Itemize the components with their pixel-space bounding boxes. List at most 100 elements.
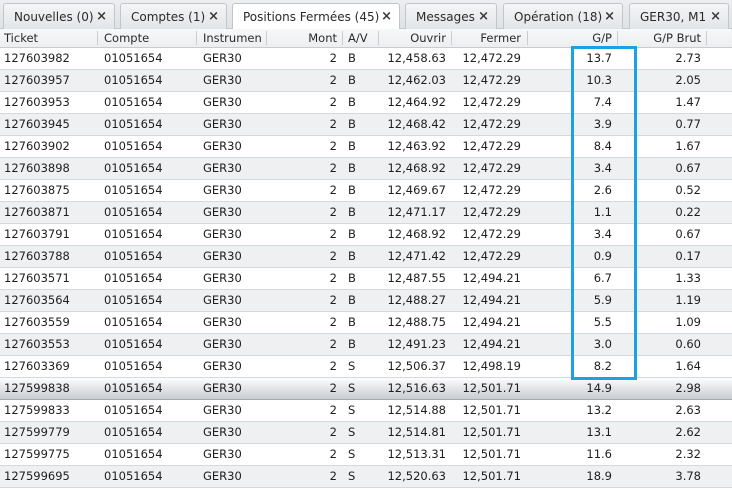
- table-row[interactable]: 127599775 01051654 GER30 2 S 12,513.31 12,501.…: [0, 444, 732, 466]
- tab-label: Comptes (1): [131, 9, 206, 24]
- table-row[interactable]: 127599779 01051654 GER30 2 S 12,514.81 12,501.…: [0, 422, 732, 444]
- tab-positions-fermees[interactable]: Positions Fermées (45) ×: [232, 3, 400, 30]
- column-divider[interactable]: [527, 31, 528, 45]
- cell-mont: 2: [329, 425, 337, 439]
- cell-instrument: GER30: [203, 469, 242, 483]
- column-divider[interactable]: [97, 31, 98, 45]
- cell-compte: 01051654: [104, 293, 163, 307]
- column-header-fermer[interactable]: Fermer: [454, 29, 521, 47]
- cell-compte: 01051654: [104, 425, 163, 439]
- table-row[interactable]: 127603982 01051654 GER30 2 B 12,458.63 12,472.…: [0, 48, 732, 70]
- column-divider[interactable]: [342, 31, 343, 45]
- cell-gp: 3.4: [593, 161, 612, 175]
- cell-gp-brut: 0.22: [675, 205, 701, 219]
- close-icon[interactable]: ×: [96, 9, 107, 24]
- cell-gp: 8.2: [593, 359, 612, 373]
- cell-mont: 2: [329, 95, 337, 109]
- cell-fermer: 12,498.19: [462, 359, 521, 373]
- cell-fermer: 12,472.29: [462, 183, 521, 197]
- cell-fermer: 12,472.29: [462, 249, 521, 263]
- close-icon[interactable]: ×: [381, 9, 392, 24]
- cell-instrument: GER30: [203, 293, 242, 307]
- cell-mont: 2: [329, 117, 337, 131]
- close-icon[interactable]: ×: [478, 9, 489, 24]
- tab-ger30-m1[interactable]: GER30, M1 ×: [629, 3, 729, 29]
- cell-instrument: GER30: [203, 447, 242, 461]
- close-icon[interactable]: ×: [710, 9, 721, 24]
- tab-bar: Nouvelles (0) × Comptes (1) × Positions …: [0, 0, 732, 30]
- table-row[interactable]: 127603898 01051654 GER30 2 B 12,468.92 12,472.…: [0, 158, 732, 180]
- column-divider[interactable]: [266, 31, 267, 45]
- column-divider[interactable]: [378, 31, 379, 45]
- table-row[interactable]: 127599833 01051654 GER30 2 S 12,514.88 12,501.…: [0, 400, 732, 422]
- column-divider[interactable]: [706, 31, 707, 45]
- cell-instrument: GER30: [203, 337, 242, 351]
- cell-ticket: 127599838: [4, 381, 70, 395]
- cell-ticket: 127603875: [4, 183, 70, 197]
- cell-mont: 2: [329, 249, 337, 263]
- table-row[interactable]: 127603788 01051654 GER30 2 B 12,471.42 12,472.…: [0, 246, 732, 268]
- tab-nouvelles[interactable]: Nouvelles (0) ×: [3, 3, 115, 29]
- cell-instrument: GER30: [203, 51, 242, 65]
- table-row[interactable]: 127603564 01051654 GER30 2 B 12,488.27 12,494.…: [0, 290, 732, 312]
- column-divider[interactable]: [196, 31, 197, 45]
- cell-gp: 13.1: [586, 425, 612, 439]
- column-header-ouvrir[interactable]: Ouvrir: [380, 29, 446, 47]
- cell-av: B: [348, 337, 356, 351]
- table-row[interactable]: 127603945 01051654 GER30 2 B 12,468.42 12,472.…: [0, 114, 732, 136]
- cell-gp-brut: 2.32: [675, 447, 701, 461]
- table-row[interactable]: 127603953 01051654 GER30 2 B 12,464.92 12,472.…: [0, 92, 732, 114]
- table-row[interactable]: 127603791 01051654 GER30 2 B 12,468.92 12,472.…: [0, 224, 732, 246]
- table-row[interactable]: 127603559 01051654 GER30 2 B 12,488.75 12,494.…: [0, 312, 732, 334]
- table-row-selected[interactable]: 127599838 01051654 GER30 2 S 12,516.63 12,501.…: [0, 378, 732, 400]
- close-icon[interactable]: ×: [604, 9, 615, 24]
- cell-ouvrir: 12,463.92: [387, 139, 446, 153]
- cell-ouvrir: 12,506.37: [387, 359, 446, 373]
- table-row[interactable]: 127603571 01051654 GER30 2 B 12,487.55 12,494.…: [0, 268, 732, 290]
- tab-comptes[interactable]: Comptes (1) ×: [120, 3, 227, 29]
- table-row[interactable]: 127603875 01051654 GER30 2 B 12,469.67 12,472.…: [0, 180, 732, 202]
- tab-label: Messages: [416, 9, 475, 24]
- table-row[interactable]: 127603957 01051654 GER30 2 B 12,462.03 12,472.…: [0, 70, 732, 92]
- cell-fermer: 12,472.29: [462, 227, 521, 241]
- cell-gp: 1.1: [593, 205, 612, 219]
- column-header-ticket[interactable]: Ticket: [4, 29, 38, 47]
- cell-mont: 2: [329, 337, 337, 351]
- tab-messages[interactable]: Messages ×: [405, 3, 497, 29]
- cell-gp-brut: 2.62: [675, 425, 701, 439]
- cell-gp-brut: 1.19: [675, 293, 701, 307]
- cell-compte: 01051654: [104, 95, 163, 109]
- table-row[interactable]: 127603902 01051654 GER30 2 B 12,463.92 12,472.…: [0, 136, 732, 158]
- cell-instrument: GER30: [203, 183, 242, 197]
- cell-fermer: 12,472.29: [462, 95, 521, 109]
- cell-gp: 7.4: [593, 95, 612, 109]
- cell-instrument: GER30: [203, 205, 242, 219]
- column-header-gp[interactable]: G/P: [530, 29, 612, 47]
- cell-gp-brut: 2.98: [675, 381, 701, 395]
- column-divider[interactable]: [617, 31, 618, 45]
- cell-fermer: 12,472.29: [462, 73, 521, 87]
- table-row[interactable]: 127599695 01051654 GER30 2 S 12,520.63 12,501.…: [0, 466, 732, 488]
- table-row[interactable]: 127603871 01051654 GER30 2 B 12,471.17 12,472.…: [0, 202, 732, 224]
- cell-compte: 01051654: [104, 73, 163, 87]
- cell-ouvrir: 12,462.03: [387, 73, 446, 87]
- column-header-instrument[interactable]: Instrumen: [203, 29, 262, 47]
- table-row[interactable]: 127603369 01051654 GER30 2 S 12,506.37 12,498.…: [0, 356, 732, 378]
- column-header-mont[interactable]: Mont: [270, 29, 337, 47]
- cell-ouvrir: 12,471.42: [387, 249, 446, 263]
- cell-av: B: [348, 227, 356, 241]
- table-row[interactable]: 127603553 01051654 GER30 2 B 12,491.23 12,494.…: [0, 334, 732, 356]
- cell-gp-brut: 1.33: [675, 271, 701, 285]
- close-icon[interactable]: ×: [208, 9, 219, 24]
- cell-av: B: [348, 139, 356, 153]
- cell-gp-brut: 0.17: [675, 249, 701, 263]
- cell-instrument: GER30: [203, 95, 242, 109]
- column-header-compte[interactable]: Compte: [104, 29, 149, 47]
- column-divider[interactable]: [451, 31, 452, 45]
- column-header-av[interactable]: A/V: [348, 29, 368, 47]
- column-header-gp-brut[interactable]: G/P Brut: [620, 29, 701, 47]
- cell-gp: 3.9: [593, 117, 612, 131]
- cell-instrument: GER30: [203, 139, 242, 153]
- cell-mont: 2: [329, 161, 337, 175]
- tab-operation[interactable]: Opération (18) ×: [503, 3, 623, 29]
